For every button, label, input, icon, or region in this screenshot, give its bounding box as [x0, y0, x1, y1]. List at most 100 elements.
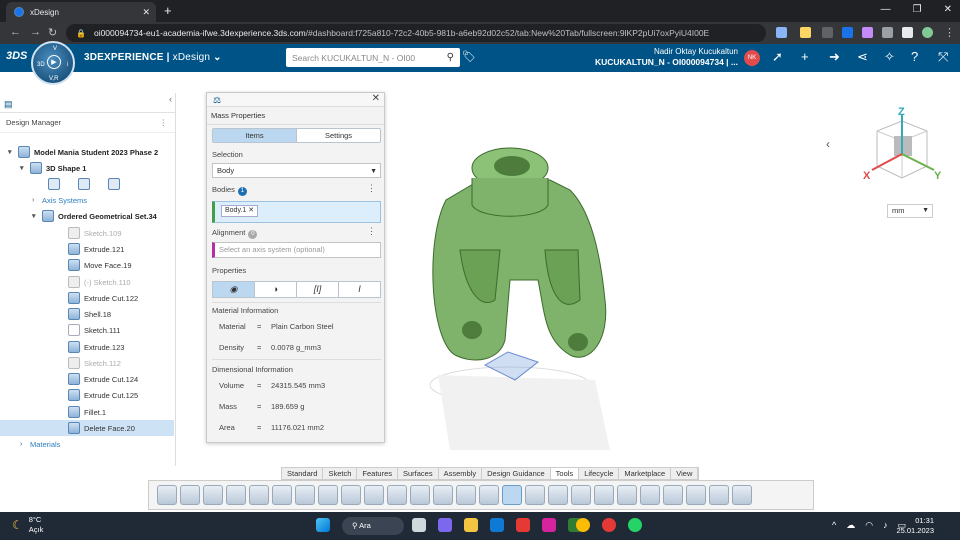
clock[interactable]: 01:31 25.01.2023: [896, 516, 934, 536]
more-options-icon[interactable]: ⋮: [160, 113, 168, 133]
mass-property-icon[interactable]: ◉: [213, 282, 255, 297]
tree-group-link[interactable]: › Materials: [20, 436, 60, 452]
hide-icon[interactable]: [108, 178, 120, 190]
section-icon[interactable]: [78, 178, 90, 190]
profile-icon[interactable]: [922, 27, 933, 38]
expand-arrow-icon[interactable]: ▾: [20, 164, 30, 172]
app-icon[interactable]: [516, 518, 530, 532]
bodies-options-icon[interactable]: ⋮: [367, 183, 376, 194]
analysis-icon[interactable]: [732, 485, 752, 505]
fullscreen-exit-icon[interactable]: ⤧: [938, 49, 948, 65]
share-icon[interactable]: [776, 27, 787, 38]
export-icon[interactable]: [203, 485, 223, 505]
tab-design-guidance[interactable]: Design Guidance: [482, 468, 551, 479]
url-field[interactable]: 🔒 oi000094734-eu1-academia-ifwe.3dexperi…: [66, 24, 766, 42]
instagram-icon[interactable]: [542, 518, 556, 532]
save-icon[interactable]: [226, 485, 246, 505]
help-icon[interactable]: ?: [911, 49, 918, 64]
maximize-icon[interactable]: ❐: [913, 4, 922, 15]
inertia-icon[interactable]: I: [339, 282, 380, 297]
extension-icon[interactable]: [842, 27, 853, 38]
tree-item[interactable]: Sketch.111: [58, 322, 120, 338]
tab-view[interactable]: View: [671, 468, 699, 479]
close-icon[interactable]: ✕: [372, 93, 380, 104]
compare-icon[interactable]: [709, 485, 729, 505]
expand-arrow-icon[interactable]: ▾: [32, 212, 42, 220]
chevron-left-icon[interactable]: ‹: [826, 137, 830, 151]
tab-sketch[interactable]: Sketch: [323, 468, 358, 479]
user-info[interactable]: Nadir Oktay Kucukaltun KUCUKALTUN_N - OI…: [560, 46, 738, 68]
tree-item[interactable]: Shell.18: [58, 306, 111, 322]
compass-widget[interactable]: 3D V i V,R ▶: [31, 41, 75, 85]
tab-settings[interactable]: Settings: [297, 129, 380, 142]
new-tab-button[interactable]: +: [164, 3, 172, 18]
opera-icon[interactable]: [602, 518, 616, 532]
tree-group-link[interactable]: › Axis Systems: [32, 192, 87, 208]
inertia-matrix-icon[interactable]: [I]: [297, 282, 339, 297]
tab-surfaces[interactable]: Surfaces: [398, 468, 439, 479]
draft-icon[interactable]: [686, 485, 706, 505]
bodies-selector[interactable]: Body.1 ✕: [212, 201, 381, 223]
volume-icon[interactable]: ♪: [883, 520, 888, 531]
tree-item[interactable]: Delete Face.20: [0, 420, 174, 436]
search-input[interactable]: Search KUCUKALTUN_N - OI00 ⚲: [286, 48, 460, 67]
taskbar-search[interactable]: ⚲ Ara: [342, 517, 404, 535]
community-icon[interactable]: ✧: [884, 49, 895, 65]
tree-item[interactable]: Extrude Cut.125: [58, 387, 138, 403]
expand-arrow-icon[interactable]: ›: [20, 441, 30, 448]
tag-icon[interactable]: 🏷: [462, 50, 476, 63]
wifi-icon[interactable]: ◠: [865, 520, 873, 531]
start-icon[interactable]: [316, 518, 330, 532]
avatar[interactable]: NK: [744, 50, 760, 66]
forward-icon[interactable]: →: [30, 26, 41, 38]
3d-model[interactable]: [420, 140, 620, 460]
app-name[interactable]: xDesign: [173, 52, 211, 63]
weather-widget[interactable]: ☾ 8°C Açık: [12, 515, 43, 535]
remove-chip-icon[interactable]: ✕: [248, 207, 254, 214]
tree-item[interactable]: Extrude Cut.124: [58, 371, 138, 387]
close-window-icon[interactable]: ✕: [944, 4, 952, 15]
add-icon[interactable]: +: [801, 49, 809, 64]
minimize-icon[interactable]: —: [881, 4, 891, 15]
back-icon[interactable]: ←: [10, 26, 21, 38]
cloud-icon[interactable]: ☁: [846, 520, 855, 531]
screenshot-icon[interactable]: [272, 485, 292, 505]
body-chip[interactable]: Body.1 ✕: [221, 205, 259, 217]
collapse-panel-icon[interactable]: ‹: [169, 94, 172, 104]
color-icon[interactable]: [456, 485, 476, 505]
tab-marketplace[interactable]: Marketplace: [619, 468, 672, 479]
display-mode-icon[interactable]: [48, 178, 60, 190]
selection-dropdown[interactable]: Body ▼: [212, 163, 381, 178]
arrow-right-icon[interactable]: ➜: [829, 49, 840, 65]
browser-tab[interactable]: xDesign ✕: [6, 2, 156, 22]
axis-system-input[interactable]: Select an axis system (optional): [212, 242, 381, 258]
file-explorer-icon[interactable]: [464, 518, 478, 532]
tab-tools[interactable]: Tools: [550, 468, 580, 479]
view-cube[interactable]: Z X Y: [862, 106, 942, 186]
tree-item[interactable]: ▾ Model Mania Student 2023 Phase 2: [8, 144, 158, 160]
tree-item[interactable]: Extrude Cut.122: [58, 290, 138, 306]
chevron-down-icon[interactable]: ⌄: [213, 52, 222, 63]
tree-item[interactable]: ▾ Ordered Geometrical Set.34: [32, 208, 157, 224]
split-icon[interactable]: [548, 485, 568, 505]
search-icon[interactable]: ⚲: [447, 52, 454, 63]
share-icon[interactable]: ➚: [772, 49, 783, 65]
tab-standard[interactable]: Standard: [282, 468, 324, 479]
mass-properties-icon[interactable]: [502, 485, 522, 505]
tree-item[interactable]: Sketch.109: [58, 225, 122, 241]
puzzle-icon[interactable]: [882, 27, 893, 38]
convert-icon[interactable]: [249, 485, 269, 505]
reload-icon[interactable]: ↻: [48, 26, 57, 39]
menu-icon[interactable]: ⋮: [944, 26, 955, 39]
chat-icon[interactable]: [438, 518, 452, 532]
tab-items[interactable]: Items: [213, 129, 297, 142]
unit-dropdown[interactable]: mm ▼: [887, 204, 933, 218]
tree-item[interactable]: Extrude.123: [58, 339, 124, 355]
extension-icon[interactable]: [822, 27, 833, 38]
redo-icon[interactable]: [341, 485, 361, 505]
reference-icon[interactable]: [594, 485, 614, 505]
expand-arrow-icon[interactable]: ›: [32, 197, 42, 204]
tree-tab-icon[interactable]: ▤: [4, 99, 13, 110]
tree-item[interactable]: ▾ 3D Shape 1: [20, 160, 86, 176]
pattern-icon[interactable]: [571, 485, 591, 505]
